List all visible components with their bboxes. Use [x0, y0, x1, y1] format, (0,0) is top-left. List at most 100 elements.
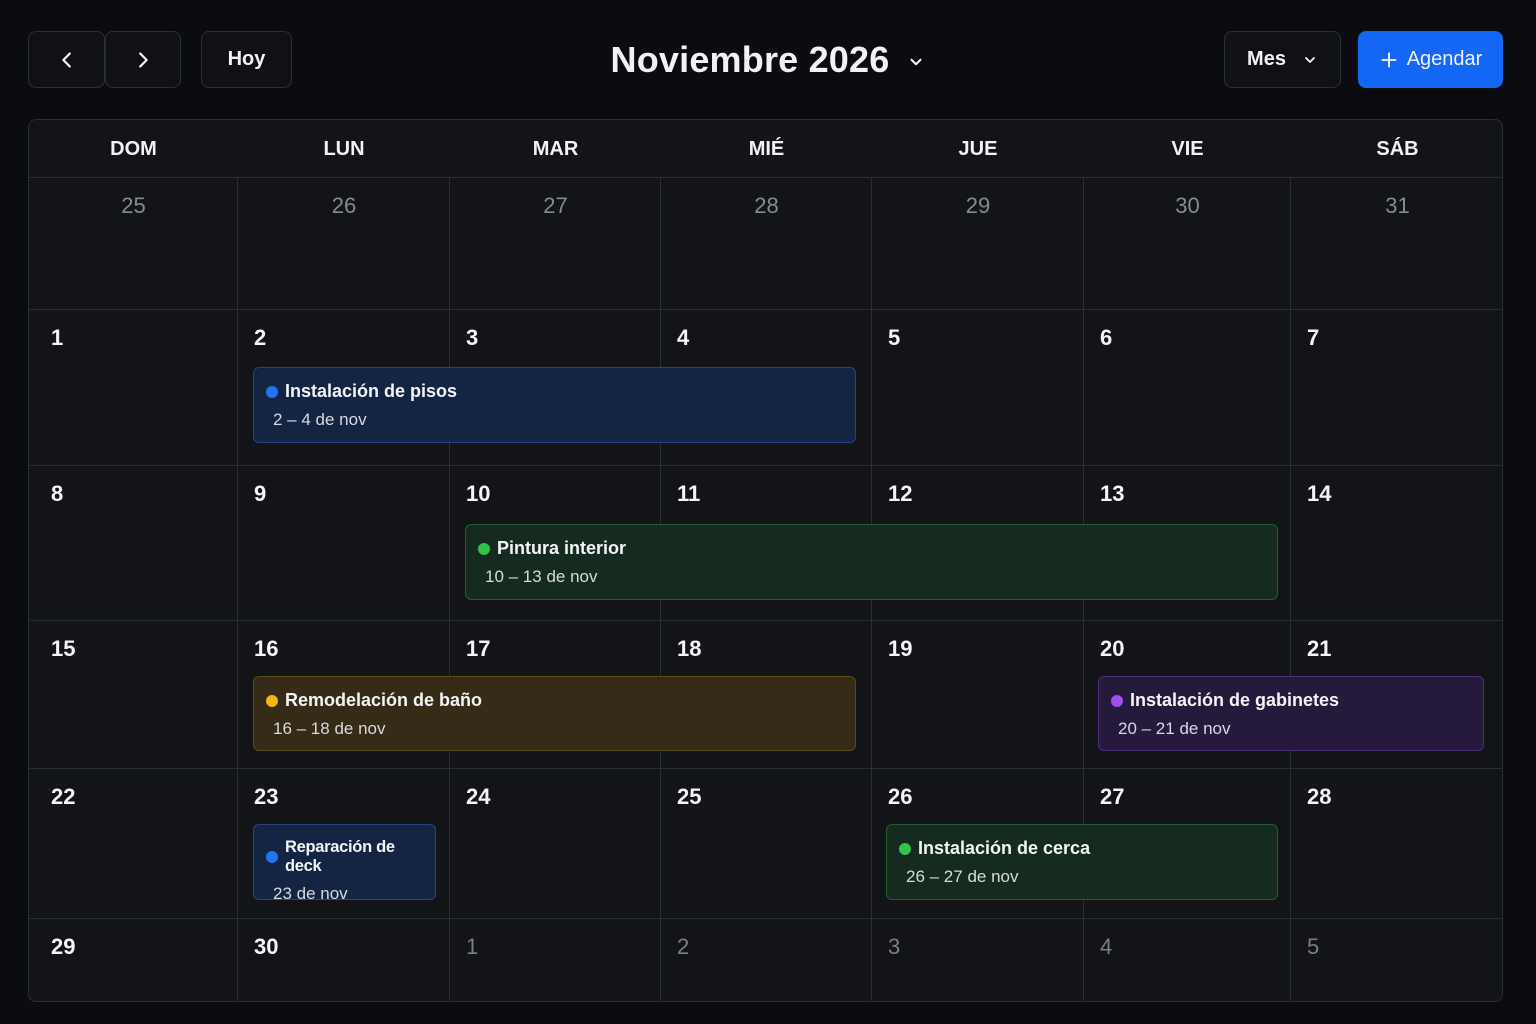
day-number: 18 [677, 636, 702, 661]
day-number: 28 [1307, 784, 1332, 809]
event-instalacion-de-gabinetes[interactable]: Instalación de gabinetes 20 – 21 de nov [1098, 676, 1484, 751]
month-selector[interactable]: Noviembre 2026 [568, 36, 968, 84]
event-title-row: Instalación de cerca [899, 838, 1277, 859]
day-number: 25 [677, 784, 702, 809]
day-cell[interactable]: 5 [1291, 918, 1502, 1001]
chevron-down-icon [910, 58, 923, 66]
day-number: 25 [121, 193, 146, 218]
view-mode-label: Mes [1247, 48, 1286, 70]
day-cell[interactable]: 30 [238, 918, 450, 1001]
view-mode-dropdown[interactable]: Mes [1224, 31, 1341, 88]
day-cell[interactable]: 28 [1291, 768, 1502, 918]
day-cell[interactable]: 26 [238, 178, 450, 309]
event-date-range: 20 – 21 de nov [1118, 719, 1231, 738]
day-number: 14 [1307, 481, 1332, 506]
event-date-range: 23 de nov [273, 884, 348, 903]
previous-month-button[interactable] [28, 31, 105, 88]
day-number: 8 [51, 481, 64, 506]
day-cell[interactable]: 25 [661, 768, 872, 918]
day-number: 12 [888, 481, 913, 506]
chevron-left-icon [61, 51, 71, 68]
weekday-label: LUN [323, 137, 365, 160]
event-color-dot-icon [266, 851, 278, 863]
day-cell[interactable]: 1 [29, 309, 238, 465]
event-instalacion-de-cerca[interactable]: Instalación de cerca 26 – 27 de nov [886, 824, 1278, 900]
day-cell[interactable]: 31 [1291, 178, 1502, 309]
weekday-label: VIE [1171, 137, 1204, 160]
day-cell[interactable]: 5 [872, 309, 1084, 465]
event-title: Pintura interior [497, 538, 627, 558]
event-title: Instalación de pisos [285, 381, 458, 401]
day-cell[interactable]: 24 [450, 768, 661, 918]
today-button[interactable]: Hoy [201, 31, 292, 88]
chevron-down-icon [1305, 56, 1315, 63]
day-number: 22 [51, 784, 76, 809]
event-remodelacion-de-bano[interactable]: Remodelación de baño 16 – 18 de nov [253, 676, 856, 751]
day-cell[interactable]: 14 [1291, 465, 1502, 620]
day-cell[interactable]: 19 [872, 620, 1084, 768]
day-number: 13 [1100, 481, 1125, 506]
day-number: 3 [888, 934, 901, 959]
day-cell[interactable]: 4 [1084, 918, 1291, 1001]
day-number: 3 [466, 325, 479, 350]
weekday-label: MIÉ [748, 137, 785, 160]
day-cell[interactable]: 22 [29, 768, 238, 918]
day-number: 16 [254, 636, 279, 661]
day-cell[interactable]: 29 [29, 918, 238, 1001]
event-instalacion-de-pisos[interactable]: Instalación de pisos 2 – 4 de nov [253, 367, 856, 443]
day-cell[interactable]: 6 [1084, 309, 1291, 465]
event-date-range: 10 – 13 de nov [485, 567, 598, 586]
day-cell[interactable]: 7 [1291, 309, 1502, 465]
day-cell[interactable]: 28 [661, 178, 872, 309]
day-number: 5 [888, 325, 901, 350]
weekday-label: SÁB [1376, 137, 1419, 160]
day-number: 7 [1307, 325, 1320, 350]
month-title: Noviembre 2026 [610, 39, 890, 80]
day-cell[interactable]: 15 [29, 620, 238, 768]
event-title-row: Instalación de pisos [266, 381, 855, 402]
schedule-label: Agendar [1406, 48, 1483, 70]
day-cell[interactable]: 2 [661, 918, 872, 1001]
event-color-dot-icon [478, 542, 490, 555]
day-cell[interactable]: 1 [450, 918, 661, 1001]
event-date-range: 2 – 4 de nov [273, 410, 367, 429]
day-number: 1 [51, 325, 64, 350]
event-title: Remodelación de baño [285, 690, 483, 710]
day-number: 4 [677, 325, 690, 350]
day-cell[interactable]: 25 [29, 178, 238, 309]
day-number: 9 [254, 481, 267, 506]
day-number: 27 [543, 193, 568, 218]
weekday-label: MAR [532, 137, 579, 160]
day-number: 29 [965, 193, 991, 218]
weekday-label: DOM [110, 137, 157, 160]
day-cell[interactable]: 27 [450, 178, 661, 309]
day-number: 26 [888, 784, 913, 809]
plus-icon [1381, 51, 1397, 68]
day-number: 28 [754, 193, 779, 218]
day-number: 20 [1100, 636, 1125, 661]
day-number: 24 [466, 784, 491, 809]
chevron-right-icon [139, 51, 148, 68]
day-number: 2 [677, 934, 690, 959]
event-color-dot-icon [899, 842, 911, 855]
event-title-row: Reparación de deck [266, 838, 435, 876]
next-month-button[interactable] [105, 31, 181, 88]
weekday-label: JUE [958, 137, 998, 160]
day-cell[interactable]: 3 [872, 918, 1084, 1001]
event-title: Instalación de cerca [918, 838, 1091, 858]
schedule-button[interactable]: Agendar [1358, 31, 1503, 88]
event-reparacion-de-deck[interactable]: Reparación de deck 23 de nov [253, 824, 436, 903]
event-title-row: Remodelación de baño [266, 690, 855, 711]
event-title: Reparación de deck [285, 838, 395, 875]
day-cell[interactable]: 29 [872, 178, 1084, 309]
event-title-row: Instalación de gabinetes [1111, 690, 1483, 711]
event-date-range: 16 – 18 de nov [273, 719, 386, 738]
event-pintura-interior[interactable]: Pintura interior 10 – 13 de nov [465, 524, 1278, 600]
event-color-dot-icon [266, 694, 278, 707]
day-number: 4 [1100, 934, 1113, 959]
day-cell[interactable]: 8 [29, 465, 238, 620]
day-cell[interactable]: 9 [238, 465, 450, 620]
day-cell[interactable]: 30 [1084, 178, 1291, 309]
day-number: 30 [254, 934, 279, 959]
day-number: 5 [1307, 934, 1320, 959]
